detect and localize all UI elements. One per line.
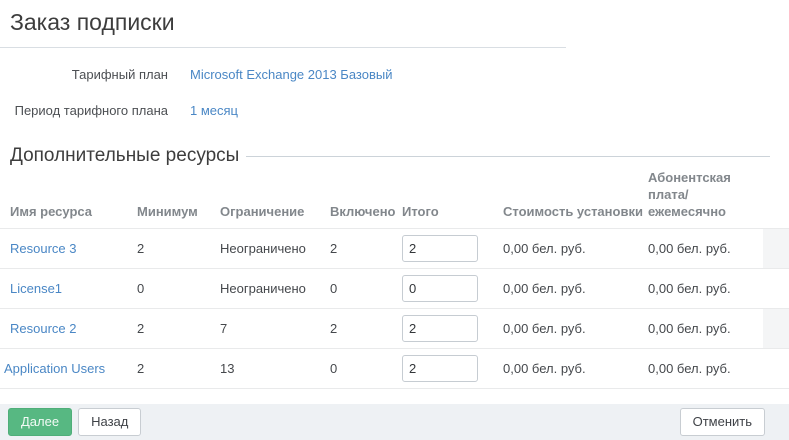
subscription-order-page: Заказ подписки Тарифный план Microsoft Ex…	[0, 0, 789, 428]
cell-setup-cost: 0,00 бел. руб.	[503, 349, 648, 389]
plan-label: Тарифный план	[0, 65, 168, 84]
resource-name-link[interactable]: Application Users	[4, 361, 105, 376]
cell-empty	[763, 349, 789, 389]
period-label: Период тарифного плана	[0, 101, 168, 120]
plan-row: Тарифный план Microsoft Exchange 2013 Баз…	[0, 65, 789, 84]
page-title-wrap: Заказ подписки	[0, 0, 566, 48]
cell-monthly-fee: 0,00 бел. руб.	[648, 229, 763, 269]
resources-section-header: Дополнительные ресурсы	[0, 145, 789, 167]
resource-name-link[interactable]: Resource 3	[10, 241, 76, 256]
cell-included: 0	[330, 269, 402, 309]
period-link[interactable]: 1 месяц	[190, 103, 238, 118]
column-header-monthly-fee: Абонентская плата/ ежемесячно	[648, 169, 763, 229]
next-button[interactable]: Далее	[8, 408, 72, 436]
resources-section-title: Дополнительные ресурсы	[10, 145, 239, 167]
cell-setup-cost: 0,00 бел. руб.	[503, 269, 648, 309]
resources-table: Имя ресурса Минимум Ограничение Включено…	[0, 169, 789, 389]
cell-limit: 13	[220, 349, 330, 389]
cell-minimum: 2	[137, 349, 220, 389]
resource-name-link[interactable]: Resource 2	[10, 321, 76, 336]
total-input[interactable]	[402, 315, 478, 342]
cell-setup-cost: 0,00 бел. руб.	[503, 309, 648, 349]
table-row: License1 0 Неограничено 0 0,00 бел. руб.…	[0, 269, 789, 309]
cell-setup-cost: 0,00 бел. руб.	[503, 229, 648, 269]
column-header-empty	[763, 169, 789, 229]
column-header-limit: Ограничение	[220, 169, 330, 229]
cell-empty	[763, 309, 789, 349]
column-header-minimum: Минимум	[137, 169, 220, 229]
plan-link[interactable]: Microsoft Exchange 2013 Базовый	[190, 67, 392, 82]
total-input[interactable]	[402, 355, 478, 382]
cell-minimum: 0	[137, 269, 220, 309]
cell-minimum: 2	[137, 229, 220, 269]
column-header-total: Итого	[402, 169, 503, 229]
column-header-included: Включено	[330, 169, 402, 229]
back-button[interactable]: Назад	[78, 408, 141, 436]
cell-monthly-fee: 0,00 бел. руб.	[648, 349, 763, 389]
resource-name-link[interactable]: License1	[10, 281, 62, 296]
cell-monthly-fee: 0,00 бел. руб.	[648, 309, 763, 349]
cell-limit: Неограничено	[220, 269, 330, 309]
cell-limit: Неограничено	[220, 229, 330, 269]
footer-action-bar: Далее Назад Отменить	[0, 404, 789, 440]
column-header-name: Имя ресурса	[0, 169, 137, 229]
cell-empty	[763, 229, 789, 269]
legend-divider-line	[246, 156, 770, 157]
cell-empty	[763, 269, 789, 309]
cell-included: 2	[330, 229, 402, 269]
cell-minimum: 2	[137, 309, 220, 349]
period-row: Период тарифного плана 1 месяц	[0, 101, 789, 120]
table-row: Resource 2 2 7 2 0,00 бел. руб. 0,00 бел…	[0, 309, 789, 349]
column-header-monthly-line2: ежемесячно	[648, 204, 726, 219]
total-input[interactable]	[402, 275, 478, 302]
cell-included: 2	[330, 309, 402, 349]
table-header-row: Имя ресурса Минимум Ограничение Включено…	[0, 169, 789, 229]
cell-included: 0	[330, 349, 402, 389]
page-title: Заказ подписки	[10, 9, 566, 36]
cancel-button[interactable]: Отменить	[680, 408, 765, 436]
cell-monthly-fee: 0,00 бел. руб.	[648, 269, 763, 309]
table-row: Application Users 2 13 0 0,00 бел. руб. …	[0, 349, 789, 389]
total-input[interactable]	[402, 235, 478, 262]
column-header-setup-cost: Стоимость установки	[503, 169, 648, 229]
column-header-monthly-line1: Абонентская плата/	[648, 170, 731, 202]
table-row: Resource 3 2 Неограничено 2 0,00 бел. ру…	[0, 229, 789, 269]
cell-limit: 7	[220, 309, 330, 349]
